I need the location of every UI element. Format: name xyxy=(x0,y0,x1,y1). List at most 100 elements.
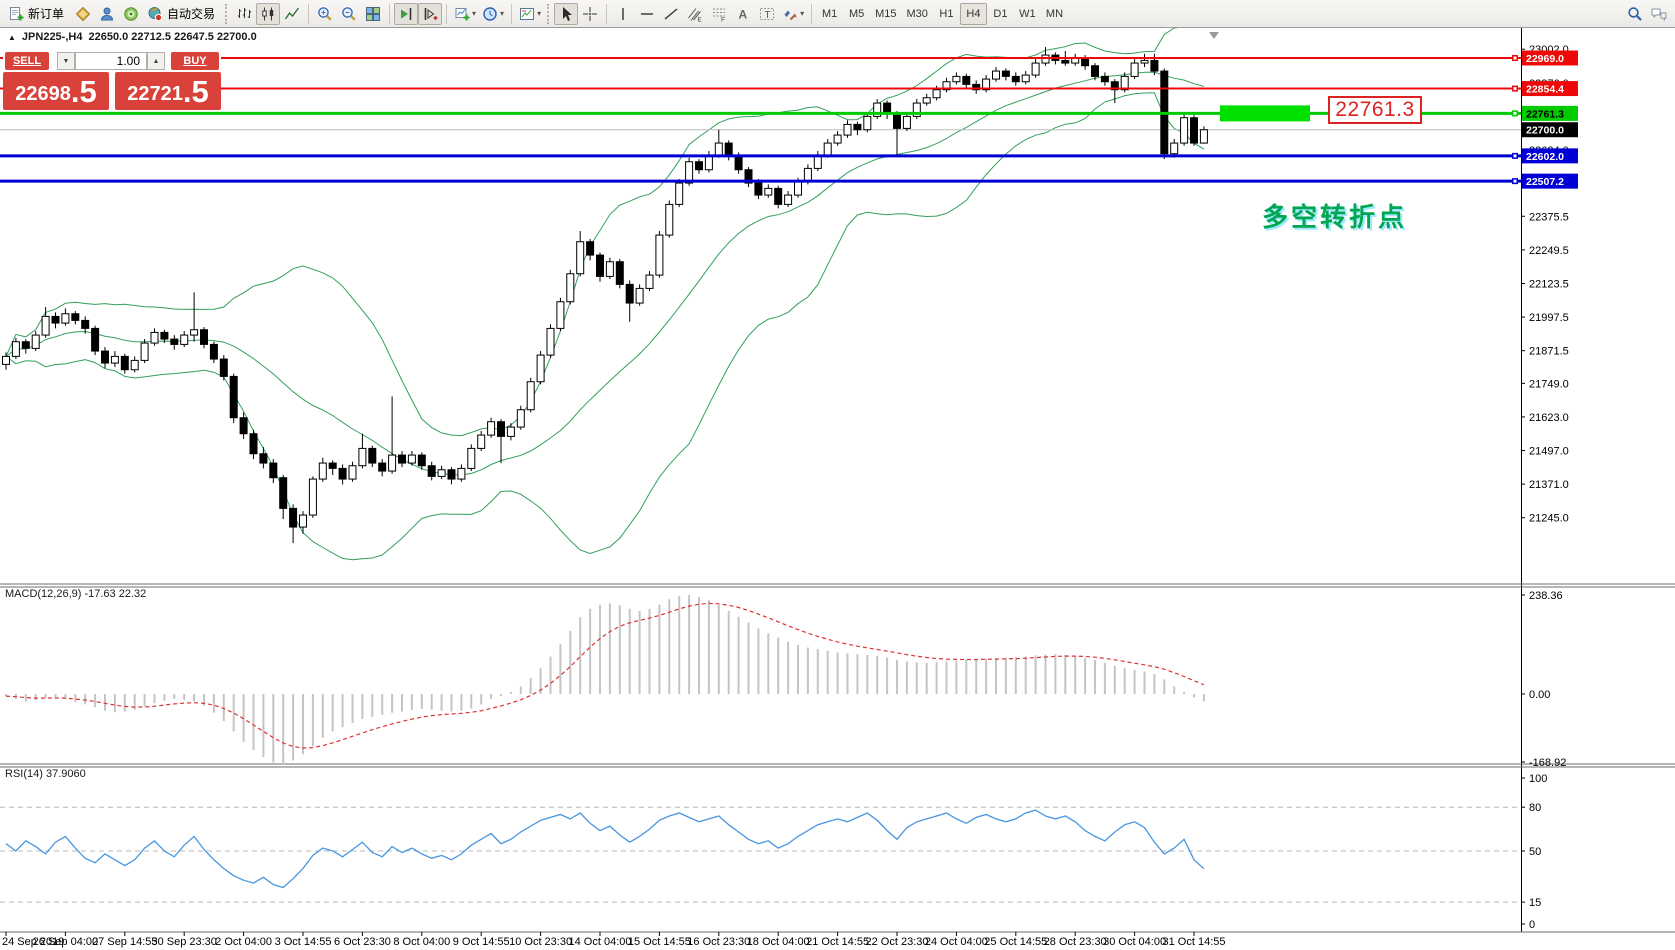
candle-body xyxy=(894,114,901,129)
templates-button[interactable]: ▾ xyxy=(516,3,544,25)
candle-body xyxy=(141,343,148,360)
candle-body xyxy=(1022,75,1029,82)
new-chart-button[interactable]: ▾ xyxy=(451,3,479,25)
svg-text:T: T xyxy=(765,10,771,21)
timeframe-toolbar: M1M5M15M30H1H4D1W1MN xyxy=(816,3,1068,25)
candle-body xyxy=(359,448,366,465)
macd-histogram-bar xyxy=(728,611,730,694)
market-watch-button[interactable] xyxy=(71,3,95,25)
macd-histogram-bar xyxy=(847,653,849,694)
time-label: 8 Oct 04:00 xyxy=(393,936,450,948)
macd-histogram-bar xyxy=(1015,657,1017,694)
crosshair-tool-button[interactable] xyxy=(578,3,602,25)
macd-histogram-bar xyxy=(896,660,898,694)
price-annotation-box[interactable]: 22761.3 xyxy=(1328,96,1422,124)
price-tick-label: 22249.5 xyxy=(1529,245,1569,257)
turning-point-annotation[interactable]: 多空转折点 xyxy=(1262,197,1407,234)
macd-histogram-bar xyxy=(619,605,621,694)
horizontal-line-tool-button[interactable] xyxy=(635,3,659,25)
time-label: 6 Oct 23:30 xyxy=(334,936,391,948)
collapse-arrow-icon[interactable]: ▲ xyxy=(8,33,16,42)
timeframe-button-w1[interactable]: W1 xyxy=(1014,3,1041,25)
macd-tick-label: -168.92 xyxy=(1529,757,1566,769)
chart-canvas[interactable]: 23002.022876.022750.022624.022498.022375… xyxy=(0,28,1675,950)
sell-button[interactable]: SELL xyxy=(5,52,49,70)
volume-decrease-button[interactable]: ▼ xyxy=(57,52,75,70)
price-tick-label: 21371.0 xyxy=(1529,479,1569,491)
new-order-button[interactable]: 新订单 xyxy=(4,3,71,25)
macd-histogram-bar xyxy=(1203,694,1205,701)
profile-button[interactable] xyxy=(95,3,119,25)
level-line-handle-center xyxy=(1514,87,1517,90)
vertical-line-icon xyxy=(615,6,631,22)
bar-chart-mode-button[interactable] xyxy=(232,3,256,25)
chat-bubbles-icon xyxy=(1650,6,1668,22)
equidistant-channel-tool-button[interactable]: E xyxy=(683,3,707,25)
time-label: 10 Oct 23:30 xyxy=(509,936,572,948)
candle-body xyxy=(111,356,118,363)
text-tool-button[interactable]: A xyxy=(731,3,755,25)
new-chart-icon xyxy=(454,6,470,22)
zoom-out-button[interactable] xyxy=(337,3,361,25)
tile-windows-button[interactable] xyxy=(361,3,385,25)
chart-background xyxy=(0,28,1675,950)
timeframe-button-m15[interactable]: M15 xyxy=(870,3,901,25)
symbol-ohlc: 22650.0 22712.5 22647.5 22700.0 xyxy=(88,31,256,43)
arrows-tool-button[interactable]: ▾ xyxy=(779,3,807,25)
timeframe-button-h1[interactable]: H1 xyxy=(933,3,960,25)
zoom-in-button[interactable] xyxy=(313,3,337,25)
chart-shift-button[interactable] xyxy=(418,3,442,25)
macd-histogram-bar xyxy=(1045,655,1047,694)
candle-body xyxy=(547,328,554,355)
text-label-tool-button[interactable]: T xyxy=(755,3,779,25)
candle-body xyxy=(22,342,29,349)
candle-body xyxy=(488,422,495,435)
cursor-tool-button[interactable] xyxy=(554,3,578,25)
timeframe-button-mn[interactable]: MN xyxy=(1041,3,1068,25)
buy-button[interactable]: BUY xyxy=(171,52,219,70)
search-button[interactable] xyxy=(1623,3,1647,25)
timeframe-button-m1[interactable]: M1 xyxy=(816,3,843,25)
periods-button[interactable]: ▾ xyxy=(479,3,507,25)
volume-increase-button[interactable]: ▲ xyxy=(147,52,165,70)
candle-body xyxy=(963,76,970,84)
auto-scroll-button[interactable] xyxy=(394,3,418,25)
macd-histogram-bar xyxy=(926,663,928,694)
macd-histogram-bar xyxy=(183,694,185,700)
timeframe-button-m5[interactable]: M5 xyxy=(843,3,870,25)
candle-body xyxy=(557,302,564,329)
rsi-tick-label: 50 xyxy=(1529,846,1541,858)
macd-histogram-bar xyxy=(767,633,769,694)
macd-histogram-bar xyxy=(223,694,225,721)
new-order-icon xyxy=(8,6,24,22)
line-chart-mode-button[interactable] xyxy=(280,3,304,25)
macd-histogram-bar xyxy=(1114,666,1116,694)
timeframe-button-h4[interactable]: H4 xyxy=(960,3,987,25)
toolbar-right-group xyxy=(1623,3,1671,25)
fibonacci-tool-button[interactable]: F xyxy=(707,3,731,25)
highlight-rectangle[interactable] xyxy=(1220,105,1310,121)
sell-price[interactable]: 22698 .5 xyxy=(3,72,109,110)
candle-body xyxy=(329,463,336,468)
macd-histogram-bar xyxy=(658,605,660,694)
auto-trading-button[interactable]: 自动交易 xyxy=(143,3,222,25)
clock-icon xyxy=(482,6,498,22)
chat-button[interactable] xyxy=(1647,3,1671,25)
candle-body xyxy=(597,255,604,276)
candle-body xyxy=(527,382,534,410)
signals-button[interactable] xyxy=(119,3,143,25)
symbol-header: ▲ JPN225-,H4 22650.0 22712.5 22647.5 227… xyxy=(8,31,257,43)
candlestick-mode-button[interactable] xyxy=(256,3,280,25)
macd-histogram-bar xyxy=(688,595,690,694)
candle-body xyxy=(300,515,307,527)
candle-body xyxy=(537,355,544,382)
timeframe-button-m30[interactable]: M30 xyxy=(902,3,933,25)
vertical-line-tool-button[interactable] xyxy=(611,3,635,25)
trendline-tool-button[interactable] xyxy=(659,3,683,25)
buy-price[interactable]: 22721 .5 xyxy=(115,72,221,110)
candle-body xyxy=(735,156,742,169)
macd-histogram-bar xyxy=(213,694,215,713)
volume-input[interactable] xyxy=(75,52,147,70)
timeframe-button-d1[interactable]: D1 xyxy=(987,3,1014,25)
channel-icon: E xyxy=(687,6,703,22)
